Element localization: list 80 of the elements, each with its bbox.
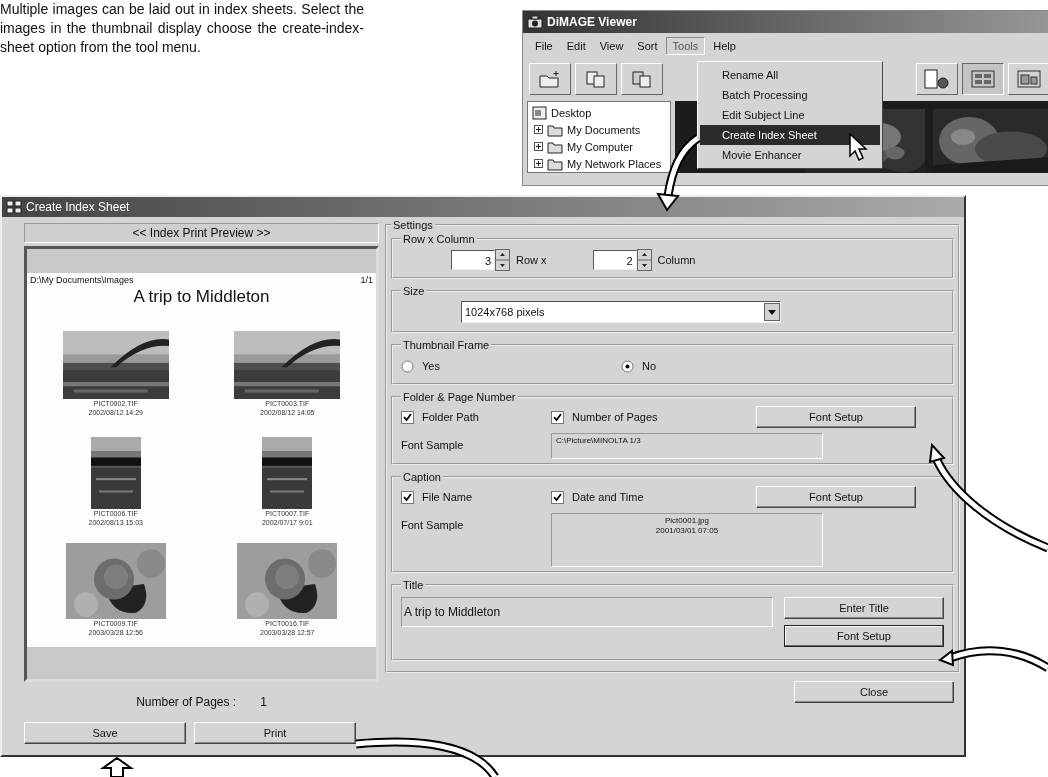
expand-icon[interactable] <box>534 159 543 168</box>
folder-icon <box>547 122 563 137</box>
font-setup-button[interactable]: Font Setup <box>756 486 916 508</box>
group-label: Size <box>402 285 426 297</box>
folder-path: D:\My Documents\Images <box>30 275 134 285</box>
menu-item[interactable]: Create Index Sheet <box>700 125 880 145</box>
checkbox-label: File Name <box>422 491 473 503</box>
copy-icon <box>630 69 654 89</box>
enter-title-button[interactable]: Enter Title <box>784 597 944 619</box>
cursor-icon <box>848 132 868 162</box>
print-button[interactable]: Print <box>194 722 356 744</box>
spin-buttons-icon[interactable] <box>495 249 510 271</box>
checkbox[interactable] <box>401 490 414 504</box>
checkbox[interactable] <box>551 490 564 504</box>
checkbox-label: Date and Time <box>572 491 644 503</box>
window-title: Create Index Sheet <box>26 200 130 214</box>
new-folder-icon <box>538 69 562 89</box>
page-number: 1/1 <box>360 275 373 285</box>
font-sample-label: Font Sample <box>401 518 465 531</box>
menu-item[interactable]: Movie Enhancer <box>700 145 880 165</box>
checkbox-label: Folder Path <box>422 411 479 423</box>
radio-label: No <box>642 360 657 372</box>
image-icon <box>1016 69 1042 89</box>
sheet-title: A trip to Middleton <box>132 287 271 307</box>
font-sample-text: Pict0001.jpg <box>665 516 709 526</box>
font-sample-label: Font Sample <box>401 438 465 451</box>
expand-icon[interactable] <box>534 125 543 134</box>
radio-label: Yes <box>422 360 440 372</box>
camera-icon <box>527 15 543 29</box>
font-sample-text: 2001/03/01 07:05 <box>655 526 719 536</box>
group-label: Row x Column <box>402 233 476 245</box>
index-sheet-icon <box>6 200 22 214</box>
menu-item[interactable]: View <box>593 38 630 54</box>
tree-item[interactable]: My Network Places <box>567 157 662 170</box>
menu-item[interactable]: Edit Subject Line <box>700 105 880 125</box>
checkbox[interactable] <box>551 410 564 424</box>
group-label: Title <box>402 579 425 591</box>
font-setup-button[interactable]: Font Setup <box>756 406 916 428</box>
row-label: Row x <box>516 254 547 266</box>
folder-icon <box>547 139 563 154</box>
tree-item[interactable]: Desktop <box>551 106 592 119</box>
size-dropdown[interactable]: 1024x768 pixels <box>461 301 781 323</box>
radio-button[interactable] <box>621 359 634 373</box>
menu-item[interactable]: Sort <box>631 38 664 54</box>
close-button[interactable]: Close <box>794 681 954 703</box>
preview-header: << Index Print Preview >> <box>24 223 379 243</box>
spin-buttons-icon[interactable] <box>636 249 652 271</box>
save-button[interactable]: Save <box>24 722 186 744</box>
tree-item[interactable]: My Documents <box>567 123 641 136</box>
pages-label: Number of Pages : <box>136 695 237 709</box>
row-count-field[interactable]: 3 <box>451 250 495 270</box>
expand-icon[interactable] <box>534 142 543 151</box>
desktop-icon <box>532 105 547 120</box>
column-label: Column <box>657 254 696 266</box>
checkbox-label: Number of Pages <box>572 411 658 423</box>
column-count-field[interactable]: 2 <box>592 250 637 270</box>
menu-item[interactable]: Tools <box>665 37 706 55</box>
up-arrow <box>99 756 135 777</box>
menu-item[interactable]: Help <box>707 38 742 54</box>
font-sample-text: C:\Picture\MINOLTA 1/3 <box>556 436 642 446</box>
menu-item[interactable]: Edit <box>560 38 592 54</box>
group-label: Folder & Page Number <box>402 391 517 403</box>
font-setup-button[interactable]: Font Setup <box>784 625 944 647</box>
grid-icon <box>970 69 996 89</box>
menu-item[interactable]: Rename All <box>700 65 880 85</box>
menu-item[interactable]: Batch Processing <box>700 85 880 105</box>
checkbox[interactable] <box>401 410 414 424</box>
menu-item[interactable]: File <box>529 38 559 54</box>
intro-paragraph: Multiple images can be laid out in index sheets. Select the images in the thumbnail display choose the create-index-sheet option from the tool menu. <box>0 0 364 57</box>
group-label: Caption <box>402 471 442 483</box>
title-field[interactable]: A trip to Middleton <box>401 597 773 627</box>
radio-button[interactable] <box>401 359 414 373</box>
folder-icon <box>547 156 563 171</box>
copy-icon <box>584 69 608 89</box>
tree-item[interactable]: My Computer <box>567 140 634 153</box>
group-label: Settings <box>392 219 434 231</box>
group-label: Thumbnail Frame <box>402 339 491 351</box>
toolbar-button[interactable] <box>962 63 1004 95</box>
pages-value: 1 <box>260 695 267 709</box>
window-title: DiMAGE Viewer <box>547 15 637 29</box>
